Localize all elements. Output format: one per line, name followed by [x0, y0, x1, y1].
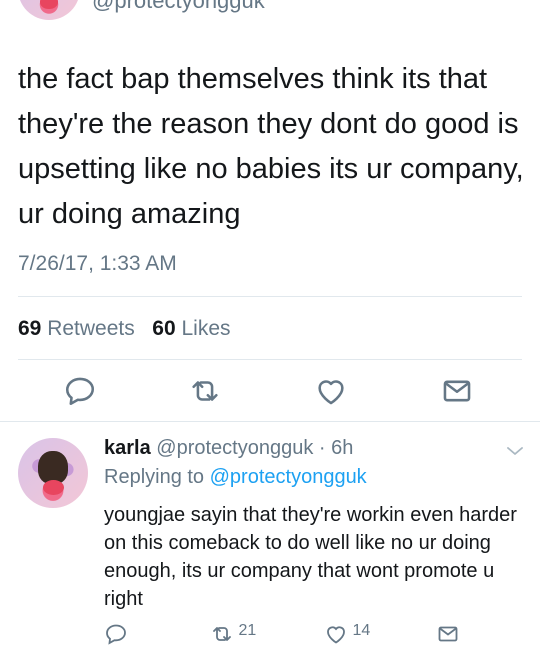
reply-icon	[106, 624, 126, 645]
reply-text: youngjae sayin that they're workin even …	[104, 504, 517, 610]
reply-author-name[interactable]: karla	[104, 437, 151, 459]
reply-retweet-button[interactable]: 21	[210, 622, 256, 646]
retweet-icon	[213, 627, 231, 641]
tweet-timestamp: 7/26/17, 1:33 AM	[18, 252, 177, 275]
like-icon	[327, 626, 345, 644]
top-avatar[interactable]	[18, 0, 80, 20]
reply-share-button[interactable]	[436, 622, 460, 646]
reply-header: karla @protectyongguk · 6h	[104, 437, 353, 460]
share-button[interactable]	[440, 374, 474, 408]
top-tweet-handle[interactable]: @protectyongguk	[92, 0, 265, 14]
tweet-text: the fact bap themselves think its that t…	[18, 63, 524, 230]
like-icon	[318, 380, 344, 405]
replying-to: Replying to @protectyongguk	[104, 466, 367, 489]
reply-like-count: 14	[352, 622, 371, 639]
retweets-label: Retweets	[47, 317, 135, 340]
retweets-count: 69	[18, 317, 42, 340]
share-icon	[443, 380, 471, 402]
reply-time: 6h	[331, 437, 354, 459]
reply-reply-button[interactable]	[104, 622, 128, 646]
retweet-icon	[192, 381, 218, 401]
divider	[18, 296, 522, 297]
likes-stat[interactable]: 60 Likes	[152, 317, 230, 340]
reply-retweet-count: 21	[238, 622, 257, 639]
divider	[0, 421, 540, 422]
likes-label: Likes	[181, 317, 231, 340]
reply-button[interactable]	[63, 374, 97, 408]
reply-like-button[interactable]: 14	[324, 622, 370, 646]
reply-avatar[interactable]	[18, 438, 88, 508]
separator-dot: ·	[318, 437, 326, 459]
chevron-down-icon[interactable]	[506, 444, 524, 458]
replying-to-handle[interactable]: @protectyongguk	[210, 466, 367, 488]
tweet-stats: 69 Retweets 60 Likes	[18, 317, 231, 341]
replying-to-label: Replying to	[104, 466, 205, 488]
likes-count: 60	[152, 317, 176, 340]
like-button[interactable]	[314, 374, 348, 408]
share-icon	[438, 626, 458, 642]
avatar-lips	[42, 480, 64, 496]
retweets-stat[interactable]: 69 Retweets	[18, 317, 141, 340]
reply-icon	[65, 377, 95, 406]
reply-author-handle[interactable]: @protectyongguk	[156, 437, 313, 459]
divider	[18, 359, 522, 360]
retweet-button[interactable]	[188, 374, 222, 408]
avatar-lips	[39, 0, 59, 9]
